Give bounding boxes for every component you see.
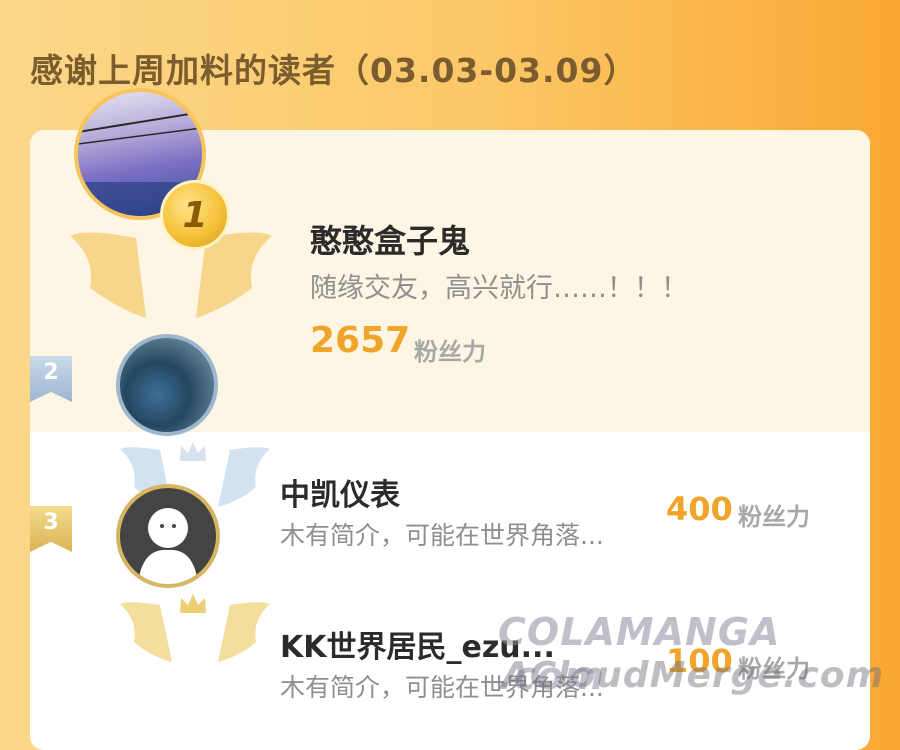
- fan-power-value: 400: [666, 490, 733, 528]
- default-avatar-icon: [138, 508, 198, 584]
- reader-name[interactable]: 憨憨盒子鬼: [310, 216, 470, 262]
- avatar[interactable]: [116, 334, 218, 436]
- reader-bio: 随缘交友，高兴就行……！！！: [310, 273, 688, 304]
- crown-icon: [180, 594, 206, 613]
- avatar[interactable]: [116, 484, 220, 588]
- fan-power-value: 2657: [310, 320, 411, 361]
- rank-1-medal: 1: [160, 180, 230, 250]
- reader-bio: 木有简介，可能在世界角落...: [280, 521, 604, 550]
- page-title: 感谢上周加料的读者（03.03-03.09）: [30, 51, 638, 90]
- fan-power-unit: 粉丝力: [414, 338, 486, 366]
- fan-power-unit: 粉丝力: [738, 503, 810, 531]
- crown-icon: [180, 442, 206, 461]
- reader-name[interactable]: 中凯仪表: [280, 470, 400, 514]
- wings-icon: [70, 232, 272, 318]
- watermark: ACloudMerge.com: [502, 655, 885, 696]
